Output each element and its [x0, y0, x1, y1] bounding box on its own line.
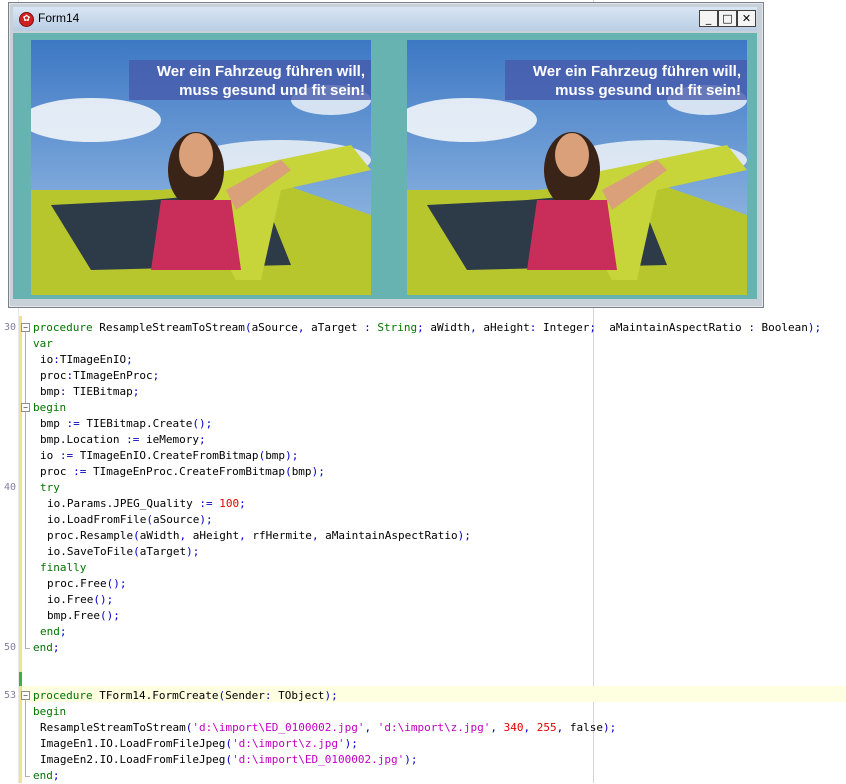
- code-line[interactable]: proc:TImageEnProc;: [40, 368, 159, 384]
- image-en-1[interactable]: Wer ein Fahrzeug führen will, muss gesun…: [31, 40, 371, 295]
- code-line[interactable]: ResampleStreamToStream('d:\import\ED_010…: [40, 720, 616, 736]
- modified-line-marker: [19, 672, 22, 686]
- code-line[interactable]: proc := TImageEnProc.CreateFromBitmap(bm…: [40, 464, 325, 480]
- fold-toggle-icon[interactable]: −: [21, 691, 30, 700]
- title-bar[interactable]: ✿ Form14 _ □ ✕: [13, 7, 757, 31]
- fold-toggle-icon[interactable]: −: [21, 323, 30, 332]
- code-line[interactable]: try: [40, 480, 60, 496]
- banner-line-2: muss gesund und fit sein!: [179, 82, 365, 99]
- code-line[interactable]: bmp := TIEBitmap.Create();: [40, 416, 212, 432]
- code-line[interactable]: io := TImageEnIO.CreateFromBitmap(bmp);: [40, 448, 298, 464]
- line-number: 53: [3, 690, 16, 701]
- code-line[interactable]: ImageEn1.IO.LoadFromFileJpeg('d:\import\…: [40, 736, 358, 752]
- code-line[interactable]: var: [33, 336, 53, 352]
- line-number: 30: [3, 322, 16, 333]
- code-line[interactable]: procedure TForm14.FormCreate(Sender: TOb…: [33, 688, 338, 704]
- close-button[interactable]: ✕: [737, 10, 756, 27]
- maximize-button[interactable]: □: [718, 10, 737, 27]
- form-window: ✿ Form14 _ □ ✕ Wer ein Fahrzeug führen w…: [8, 2, 764, 308]
- code-line[interactable]: end;: [40, 624, 67, 640]
- minimize-button[interactable]: _: [699, 10, 718, 27]
- code-line[interactable]: bmp.Location := ieMemory;: [40, 432, 206, 448]
- line-number: 50: [3, 642, 16, 653]
- code-line[interactable]: io:TImageEnIO;: [40, 352, 133, 368]
- code-line[interactable]: procedure ResampleStreamToStream(aSource…: [33, 320, 821, 336]
- fold-line: [25, 700, 26, 776]
- code-line[interactable]: end;: [33, 640, 60, 656]
- fold-end: [25, 776, 30, 777]
- line-number: 40: [3, 482, 16, 493]
- window-title: Form14: [38, 11, 80, 25]
- fold-end: [25, 648, 30, 649]
- image-banner: Wer ein Fahrzeug führen will, muss gesun…: [505, 60, 747, 100]
- code-line[interactable]: proc.Free();: [47, 576, 126, 592]
- code-line[interactable]: finally: [40, 560, 86, 576]
- code-line[interactable]: begin: [33, 704, 66, 720]
- form-client-area: Wer ein Fahrzeug führen will, muss gesun…: [13, 33, 757, 299]
- fold-toggle-icon[interactable]: −: [21, 403, 30, 412]
- code-line[interactable]: io.SaveToFile(aTarget);: [47, 544, 199, 560]
- change-bar: [19, 316, 22, 783]
- app-icon: ✿: [19, 12, 34, 27]
- code-line[interactable]: io.Free();: [47, 592, 113, 608]
- fold-line: [25, 332, 26, 648]
- banner-line-2: muss gesund und fit sein!: [555, 82, 741, 99]
- code-line[interactable]: ImageEn2.IO.LoadFromFileJpeg('d:\import\…: [40, 752, 418, 768]
- code-line[interactable]: bmp.Free();: [47, 608, 120, 624]
- code-line[interactable]: io.LoadFromFile(aSource);: [47, 512, 213, 528]
- image-banner: Wer ein Fahrzeug führen will, muss gesun…: [129, 60, 371, 100]
- banner-line-1: Wer ein Fahrzeug führen will,: [156, 63, 365, 80]
- code-line[interactable]: end;: [33, 768, 60, 784]
- code-line[interactable]: begin: [33, 400, 66, 416]
- code-line[interactable]: proc.Resample(aWidth, aHeight, rfHermite…: [47, 528, 471, 544]
- image-en-2[interactable]: Wer ein Fahrzeug führen will, muss gesun…: [407, 40, 747, 295]
- banner-line-1: Wer ein Fahrzeug führen will,: [532, 63, 741, 80]
- code-line[interactable]: bmp: TIEBitmap;: [40, 384, 139, 400]
- code-line[interactable]: io.Params.JPEG_Quality := 100;: [47, 496, 246, 512]
